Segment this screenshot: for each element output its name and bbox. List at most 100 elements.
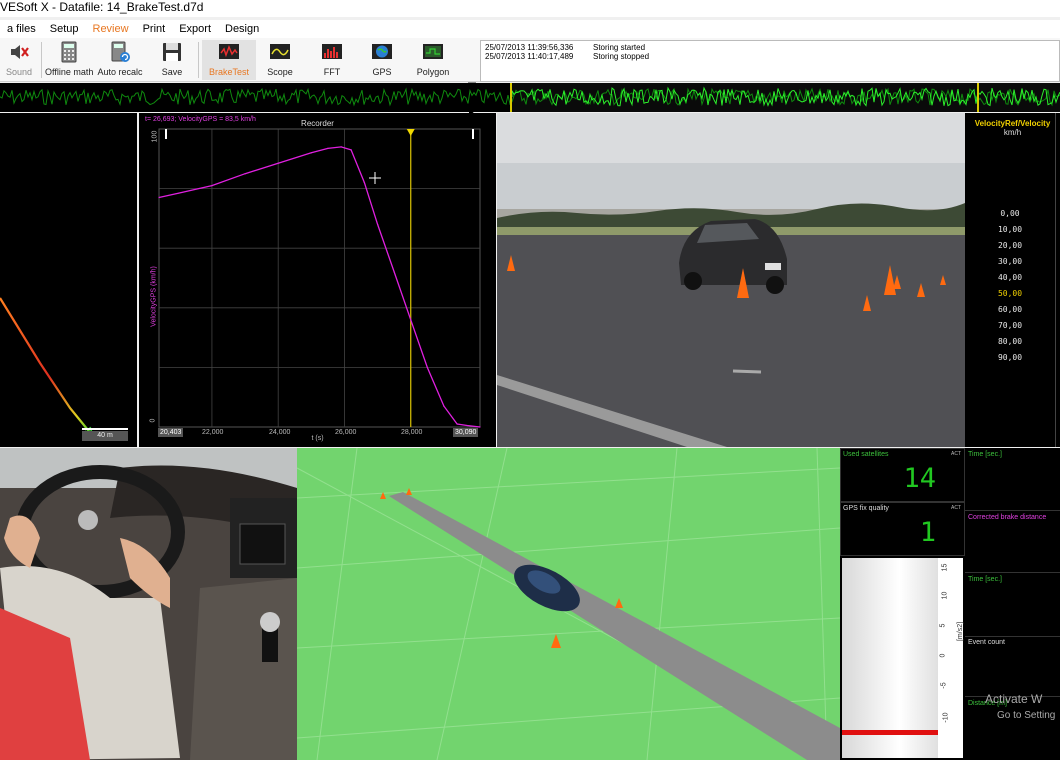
cockpit-video-frame xyxy=(0,448,297,760)
sound-button[interactable]: Sound xyxy=(0,40,38,80)
data-point xyxy=(426,366,428,368)
speaker-muted-icon xyxy=(11,45,29,59)
window-title: VESoft X - Datafile: 14_BrakeTest.d7d xyxy=(0,0,1060,17)
activation-watermark-sub: Go to Setting xyxy=(997,710,1056,721)
table-row[interactable]: 90,00 xyxy=(965,353,1055,362)
satellites-value: 14 xyxy=(903,463,936,494)
recorder-title: Recorder xyxy=(301,119,334,128)
braketest-chart-icon xyxy=(219,44,239,59)
time-label: Time [sec.] xyxy=(968,576,1002,583)
event-log[interactable]: 25/07/2013 11:39:56,336 Storing started … xyxy=(480,40,1060,82)
map-scale-label: 40 m xyxy=(82,431,128,441)
fft-button[interactable]: FFT xyxy=(312,40,352,80)
table-row[interactable]: 50,00 xyxy=(965,289,1055,298)
data-point xyxy=(393,271,395,273)
waveform-trace xyxy=(0,83,1060,112)
test-track-video-frame xyxy=(497,113,965,447)
log-entry: 25/07/2013 11:39:56,336 Storing started xyxy=(485,43,646,52)
waveform-cursor[interactable] xyxy=(977,83,979,112)
time-label: Time [sec.] xyxy=(968,451,1002,458)
table-column-header[interactable]: VelocityRef/Velocity xyxy=(965,113,1060,128)
menu-export[interactable]: Export xyxy=(172,20,218,38)
data-point xyxy=(456,423,458,425)
table-row[interactable]: 0,00 xyxy=(965,209,1055,218)
table-column-unit: km/h xyxy=(1003,128,1022,137)
menu-design[interactable]: Design xyxy=(218,20,266,38)
gauge-scale: 15 10 5 0 -5 -10 [m/s2] xyxy=(938,558,965,758)
table-row[interactable]: 60,00 xyxy=(965,305,1055,314)
table-row[interactable]: 70,00 xyxy=(965,321,1055,330)
braketest-button[interactable]: BrakeTest xyxy=(202,40,256,80)
gps-track-line xyxy=(0,297,128,438)
menu-bar: a files Setup Review Print Export Design xyxy=(0,20,1060,38)
data-point xyxy=(211,185,213,187)
mouse-crosshair xyxy=(369,172,381,184)
polygon-chart-icon xyxy=(423,44,443,59)
offline-math-button[interactable]: Offline math xyxy=(45,40,93,80)
result-displays: Time [sec.] Corrected brake distance Tim… xyxy=(965,448,1060,760)
scope-button[interactable]: Scope xyxy=(260,40,300,80)
menu-review[interactable]: Review xyxy=(86,20,136,38)
menu-print[interactable]: Print xyxy=(136,20,173,38)
data-point xyxy=(277,162,279,164)
range-start-marker[interactable] xyxy=(165,129,167,139)
satellites-display: Used satellites ACT 14 xyxy=(840,448,965,502)
gps-button[interactable]: GPS xyxy=(362,40,402,80)
calculator-icon xyxy=(61,41,77,63)
data-point xyxy=(310,152,312,154)
data-point xyxy=(363,182,365,184)
gps-fix-display: GPS fix quality ACT 1 xyxy=(840,502,965,556)
video-track-view[interactable] xyxy=(497,113,965,447)
scene-3d-view[interactable] xyxy=(297,448,840,760)
table-row[interactable]: 20,00 xyxy=(965,241,1055,250)
plot-area xyxy=(158,128,481,428)
data-point xyxy=(350,149,352,151)
data-point xyxy=(244,173,246,175)
calculator-refresh-icon xyxy=(111,41,130,62)
data-point xyxy=(327,147,329,149)
fft-chart-icon xyxy=(322,44,342,59)
menu-data-files[interactable]: a files xyxy=(0,20,43,38)
polygon-button[interactable]: Polygon xyxy=(412,40,454,80)
waveform-range-start[interactable] xyxy=(510,83,512,112)
time-cursor-handle[interactable] xyxy=(406,129,415,136)
floppy-disk-icon xyxy=(163,43,181,61)
table-row[interactable]: 80,00 xyxy=(965,337,1055,346)
gauge-level-bar xyxy=(842,730,938,735)
globe-icon xyxy=(372,44,392,59)
gps-fix-label: GPS fix quality xyxy=(843,505,889,512)
data-point xyxy=(158,196,160,199)
test-car xyxy=(679,219,787,294)
recorder-chart[interactable] xyxy=(139,113,496,447)
act-indicator: ACT xyxy=(951,505,961,511)
recorder-panel[interactable]: t= 26,693; VelocityGPS = 83,5 km/h Recor… xyxy=(139,113,496,447)
table-row[interactable]: 30,00 xyxy=(965,257,1055,266)
range-end-marker[interactable] xyxy=(472,129,474,139)
data-point xyxy=(479,426,481,428)
satellites-label: Used satellites xyxy=(843,451,889,458)
activation-watermark: Activate W xyxy=(985,692,1043,706)
data-point xyxy=(178,192,180,194)
data-point xyxy=(340,146,342,148)
data-point xyxy=(377,223,379,225)
table-row[interactable]: 40,00 xyxy=(965,273,1055,282)
corrected-brake-distance-label: Corrected brake distance xyxy=(968,514,1047,521)
velocity-table[interactable]: VelocityRef/Velocity km/h 0,00 10,00 20,00… xyxy=(965,113,1060,447)
y-tick-max: 100 xyxy=(151,130,159,143)
acceleration-bar-gauge xyxy=(842,558,938,758)
3d-scene-render xyxy=(297,448,840,760)
waveform-overview[interactable] xyxy=(0,83,1060,112)
save-button[interactable]: Save xyxy=(152,40,192,80)
data-point xyxy=(410,319,412,321)
recorder-y-axis-label: VelocityGPS (km/h) xyxy=(150,266,158,327)
act-indicator: ACT xyxy=(951,451,961,457)
video-cockpit-view[interactable] xyxy=(0,448,297,760)
gps-track-panel[interactable]: 40 m xyxy=(0,113,137,447)
event-count-label: Event count xyxy=(968,639,1005,646)
auto-recalc-button[interactable]: Auto recalc xyxy=(97,40,143,80)
gauge-unit: [m/s2] xyxy=(957,621,965,642)
table-row[interactable]: 10,00 xyxy=(965,225,1055,234)
menu-setup[interactable]: Setup xyxy=(43,20,86,38)
digital-displays: Used satellites ACT 14 GPS fix quality A… xyxy=(840,448,965,760)
log-entry: 25/07/2013 11:40:17,489 Storing stopped xyxy=(485,52,650,61)
